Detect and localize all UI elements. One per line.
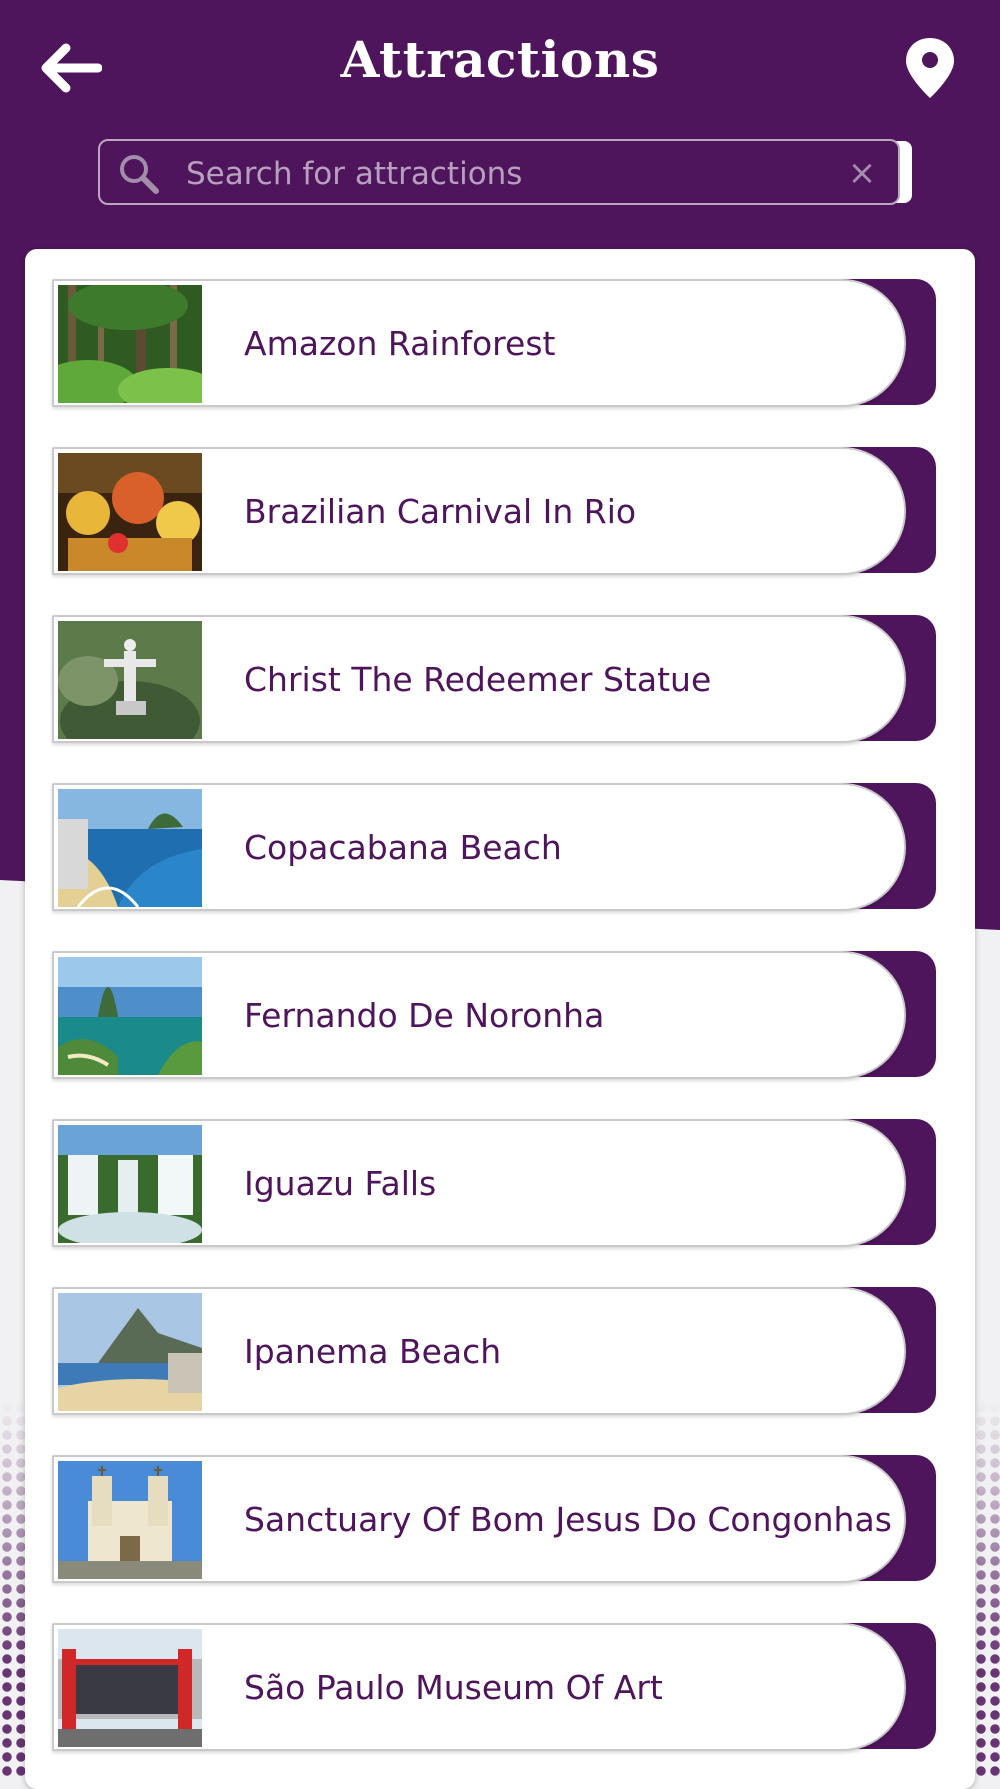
list-item[interactable]: Ipanema Beach	[52, 1287, 936, 1415]
attraction-label: Copacabana Beach	[244, 828, 562, 867]
list-item[interactable]: Copacabana Beach	[52, 783, 936, 911]
attraction-label: São Paulo Museum Of Art	[244, 1668, 663, 1707]
attraction-thumbnail	[58, 789, 202, 907]
location-button[interactable]	[904, 36, 956, 100]
attraction-thumbnail	[58, 285, 202, 403]
app-header: Attractions	[0, 0, 1000, 140]
attraction-label: Brazilian Carnival In Rio	[244, 492, 637, 531]
attraction-label: Christ The Redeemer Statue	[244, 660, 712, 699]
list-item[interactable]: São Paulo Museum Of Art	[52, 1623, 936, 1751]
attraction-label: Iguazu Falls	[244, 1164, 437, 1203]
item-pill: Iguazu Falls	[52, 1119, 906, 1247]
search-bar: ×	[98, 139, 900, 205]
map-pin-icon	[906, 38, 954, 98]
attraction-thumbnail	[58, 621, 202, 739]
list-item[interactable]: Amazon Rainforest	[52, 279, 936, 407]
item-pill: Fernando De Noronha	[52, 951, 906, 1079]
attraction-thumbnail	[58, 1125, 202, 1243]
attraction-thumbnail	[58, 1629, 202, 1747]
attraction-thumbnail	[58, 1461, 202, 1579]
search-input[interactable]	[184, 149, 828, 199]
attraction-label: Amazon Rainforest	[244, 324, 556, 363]
page-title: Attractions	[340, 30, 660, 89]
attraction-label: Fernando De Noronha	[244, 996, 605, 1035]
list-item[interactable]: Christ The Redeemer Statue	[52, 615, 936, 743]
item-pill: Amazon Rainforest	[52, 279, 906, 407]
item-pill: São Paulo Museum Of Art	[52, 1623, 906, 1751]
item-pill: Ipanema Beach	[52, 1287, 906, 1415]
close-icon[interactable]: ×	[844, 155, 880, 191]
list-item[interactable]: Iguazu Falls	[52, 1119, 936, 1247]
list-item[interactable]: Sanctuary Of Bom Jesus Do Congonhas	[52, 1455, 936, 1583]
attraction-thumbnail	[58, 1293, 202, 1411]
item-pill: Christ The Redeemer Statue	[52, 615, 906, 743]
attraction-label: Sanctuary Of Bom Jesus Do Congonhas	[244, 1500, 892, 1539]
item-pill: Brazilian Carnival In Rio	[52, 447, 906, 575]
attraction-thumbnail	[58, 453, 202, 571]
attraction-thumbnail	[58, 957, 202, 1075]
list-item[interactable]: Fernando De Noronha	[52, 951, 936, 1079]
item-pill: Copacabana Beach	[52, 783, 906, 911]
attraction-label: Ipanema Beach	[244, 1332, 502, 1371]
item-pill: Sanctuary Of Bom Jesus Do Congonhas	[52, 1455, 906, 1583]
search-icon	[120, 155, 159, 194]
list-item[interactable]: Brazilian Carnival In Rio	[52, 447, 936, 575]
